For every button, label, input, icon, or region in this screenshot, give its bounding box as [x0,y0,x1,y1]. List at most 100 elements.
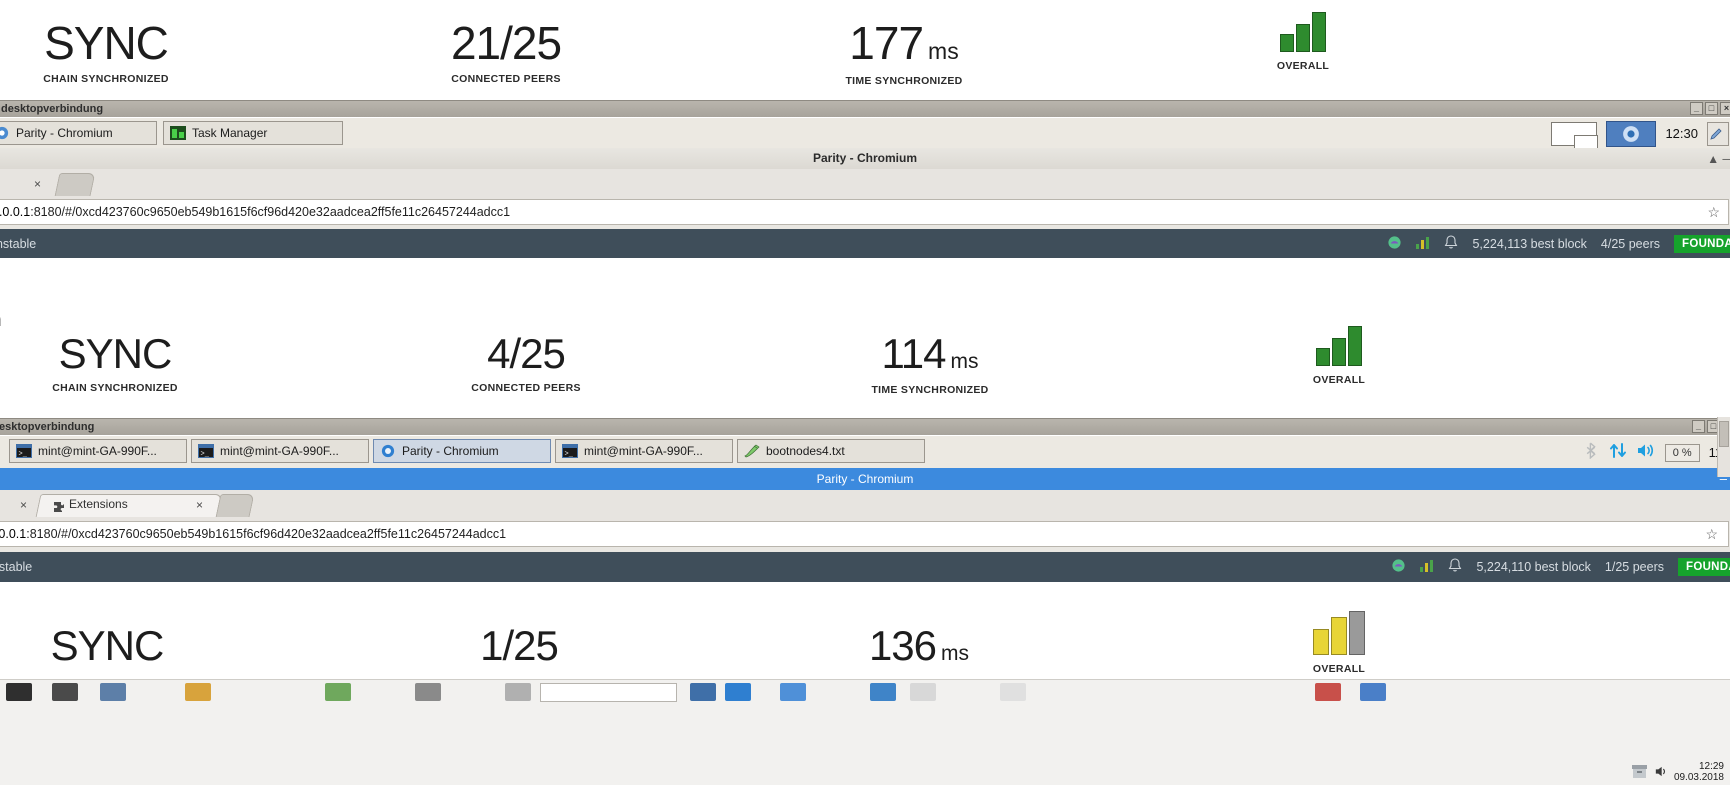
chromium-tabstrip-top[interactable]: × [0,169,1730,199]
close-button[interactable]: × [1720,102,1730,115]
chart-icon[interactable] [1420,559,1434,575]
inner-taskbar-top[interactable]: Parity - Chromium Task Manager 12:30 [0,117,1730,149]
network-badge: FOUNDA [1674,234,1730,253]
launcher-item[interactable] [870,683,896,701]
minimize-button[interactable]: _ [1690,102,1703,115]
address-bar-bottom[interactable]: 0.0.0.1:8180/#/0xcd423760c9650eb549b1615… [0,521,1729,547]
sync-status-value: SYNC [50,622,165,669]
launcher-item[interactable] [1000,683,1026,701]
connected-peers-label: CONNECTED PEERS [471,382,581,394]
taskbar-button-label: Task Manager [192,126,268,140]
overall-health-label: OVERALL [1312,663,1366,675]
launcher-search-field[interactable] [540,683,677,702]
connected-peers-value: 1/25 [480,622,559,669]
battery-indicator[interactable]: 0 % [1664,443,1700,462]
chromium-window-title-bottom[interactable]: Parity - Chromium – [0,468,1730,491]
chromium-window-title-top[interactable]: Parity - Chromium ▲ ─ [0,148,1730,170]
window-controls-top[interactable]: _ □ × [1690,102,1730,115]
parity-version: unstable [0,236,37,251]
url-host: 0.0.0.1 [0,527,27,541]
taskbar-button-terminal-2[interactable]: >_ mint@mint-GA-990F... [191,439,369,463]
launcher-item[interactable] [725,683,751,701]
launcher-item[interactable] [52,683,78,701]
inner-taskbar-bottom[interactable]: >_ mint@mint-GA-990F... >_ mint@mint-GA-… [0,435,1730,469]
launcher-item[interactable] [1360,683,1386,701]
remote-desktop-window-top[interactable]: desktopverbindung _ □ × Parity - Chromiu… [0,100,1730,418]
network-updown-icon[interactable] [1609,442,1627,464]
launcher-item[interactable] [415,683,441,701]
launcher-item[interactable] [185,683,211,701]
scrollbar-outer[interactable] [1717,417,1730,477]
overall-health-label: OVERALL [1276,60,1330,72]
time-sync-value: 177 [849,17,924,69]
health-panel-top: SYNC CHAIN SYNCHRONIZED 21/25 CONNECTED … [0,0,1730,100]
chromium-window-controls-top[interactable]: ▲ ─ [1707,149,1730,170]
taskbar-button-bootnodes-txt[interactable]: bootnodes4.txt [737,439,925,463]
taskbar-button-label: bootnodes4.txt [766,444,845,458]
star-icon[interactable]: ☆ [1705,526,1718,543]
volume-icon[interactable] [1636,442,1656,464]
window-titlebar-bottom[interactable]: esktopverbindung _ □ × [0,419,1730,436]
window-thumbnail-icon[interactable] [1551,121,1599,149]
minimize-button[interactable]: _ [1692,420,1705,433]
taskbar-button-terminal-1[interactable]: >_ mint@mint-GA-990F... [9,439,187,463]
taskbar-button-task-manager[interactable]: Task Manager [163,121,343,145]
browser-tab-new[interactable] [215,494,255,517]
network-badge: FOUNDA [1678,558,1730,576]
overall-bar-1 [1316,348,1330,366]
launcher-item[interactable] [325,683,351,701]
best-block-text: 5,224,113 best block [1472,236,1587,251]
launcher-item[interactable] [780,683,806,701]
chromium-icon [380,444,396,458]
tab-close-icon[interactable]: × [20,498,27,512]
signal-icon[interactable] [1391,558,1406,576]
chromium-tabstrip-bottom[interactable]: × Extensions × [0,490,1730,521]
tray-pencil-icon[interactable] [1707,121,1729,146]
bell-icon[interactable] [1444,234,1458,253]
launcher-item[interactable] [690,683,716,701]
bluetooth-icon[interactable] [1585,442,1600,464]
chart-icon[interactable] [1416,236,1430,252]
archive-icon[interactable] [1632,765,1647,783]
volume-icon[interactable] [1655,765,1670,783]
launcher-item[interactable] [1315,683,1341,701]
time-synchronized-cell: 177 ms TIME SYNCHRONIZED [798,20,1010,87]
address-bar-top[interactable]: 0.0.0.1:8180/#/0xcd423760c9650eb549b1615… [0,199,1729,225]
tab-close-icon[interactable]: × [34,177,41,191]
desktop-clock[interactable]: 12:29 09.03.2018 [1674,761,1724,783]
tray-chromium-icon[interactable] [1606,120,1657,147]
sync-status-label: CHAIN SYNCHRONIZED [52,382,178,394]
star-icon[interactable]: ☆ [1707,204,1720,221]
desktop-taskbar[interactable]: 12:29 09.03.2018 [0,679,1730,785]
taskbar-button-parity-chromium[interactable]: Parity - Chromium [373,439,551,463]
maximize-button[interactable]: □ [1705,102,1718,115]
address-bar-text: 0.0.0.1:8180/#/0xcd423760c9650eb549b1615… [0,527,506,541]
sync-status-label: CHAIN SYNCHRONIZED [43,73,169,85]
desktop-launcher-row[interactable] [0,680,1730,704]
launcher-item[interactable] [910,683,936,701]
bell-icon[interactable] [1448,558,1462,576]
svg-text:>_: >_ [19,451,28,459]
window-titlebar-top[interactable]: desktopverbindung _ □ × [0,101,1730,118]
text-editor-icon [744,444,760,458]
scrollbar-thumb[interactable] [1719,421,1729,447]
overall-bar-1 [1313,629,1329,655]
taskbar-button-parity-chromium[interactable]: Parity - Chromium [0,121,157,145]
terminal-icon: >_ [16,444,32,459]
signal-icon[interactable] [1387,235,1402,253]
time-sync-unit: ms [941,642,970,665]
launcher-item[interactable] [100,683,126,701]
launcher-item[interactable] [6,683,32,701]
tab-close-icon[interactable]: × [196,498,203,512]
launcher-item[interactable] [505,683,531,701]
taskbar-button-label: Parity - Chromium [16,126,113,140]
window-title-text: desktopverbindung [1,103,104,115]
overall-bar-3 [1349,611,1365,655]
remote-desktop-window-bottom[interactable]: esktopverbindung _ □ × >_ mint@mint-GA-9… [0,418,1730,681]
browser-tab[interactable] [54,173,96,196]
overall-bar-1 [1280,34,1294,52]
url-path: :8180/#/0xcd423760c9650eb549b1615f6cf96d… [30,205,511,219]
chromium-title-text: Parity - Chromium [816,472,914,486]
taskbar-button-terminal-3[interactable]: >_ mint@mint-GA-990F... [555,439,733,463]
time-sync-value: 136 [868,622,937,669]
